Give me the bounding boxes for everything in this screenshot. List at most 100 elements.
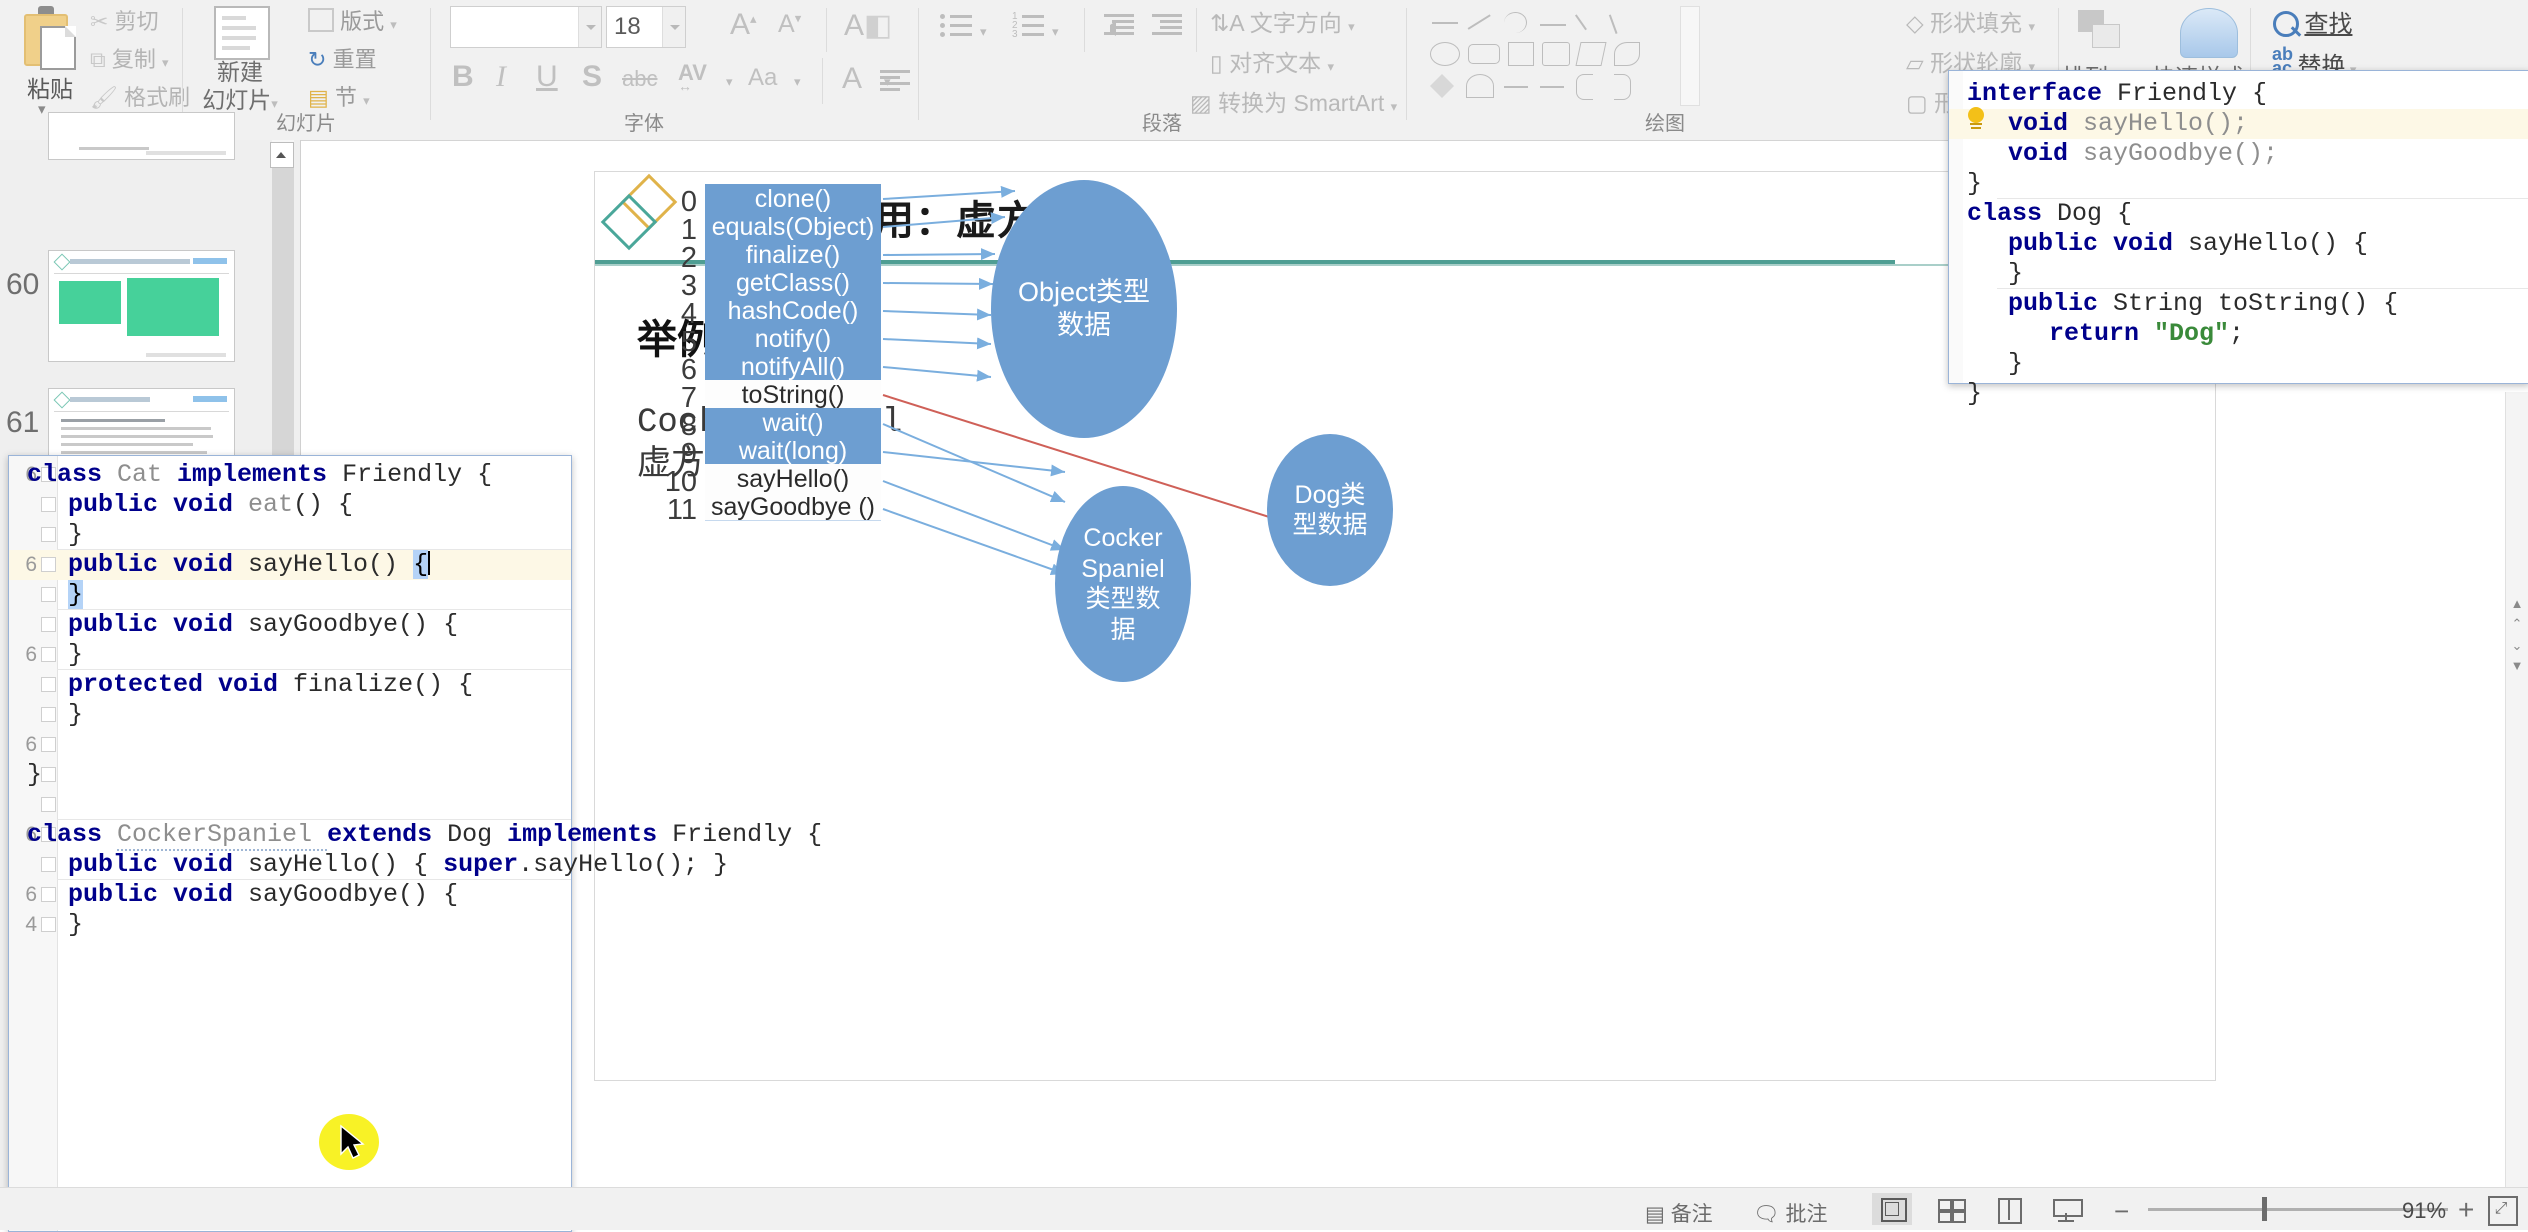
vtable-entry[interactable]: wait(long)	[705, 436, 881, 465]
shape-fill-button[interactable]: ◇ 形状填充 ▾	[1906, 4, 2035, 38]
text-shadow-button[interactable]: S	[582, 60, 602, 94]
notes-button[interactable]: ▤ 备注	[1645, 1198, 1713, 1228]
vtable-entry[interactable]: sayGoodbye ()	[705, 492, 881, 521]
cut-button[interactable]: ✂ 剪切	[90, 4, 159, 36]
view-normal-button[interactable]	[1872, 1193, 1912, 1225]
copy-dropdown-arrow[interactable]: ▾	[162, 55, 169, 70]
vtable-entry[interactable]: wait()	[705, 408, 881, 437]
strikethrough-button[interactable]: abc	[622, 66, 657, 92]
code-line[interactable]: void sayHello();	[1949, 109, 2528, 139]
code-line[interactable]: }	[1949, 379, 2528, 409]
section-dropdown-arrow[interactable]: ▾	[363, 93, 370, 108]
char-spacing-dropdown-arrow[interactable]: ▾	[726, 74, 733, 90]
smartart-dropdown-arrow[interactable]: ▾	[1391, 99, 1398, 114]
zoom-slider-knob[interactable]	[2262, 1197, 2267, 1221]
code-fold-toggle[interactable]	[41, 617, 56, 632]
code-line[interactable]: return "Dog";	[1949, 319, 2528, 349]
bullets-dropdown-arrow[interactable]: ▾	[980, 24, 987, 40]
slide-vertical-scrollbar[interactable]: ▲ ⌃ ⌄ ▼	[2505, 392, 2528, 1230]
font-size-combo[interactable]: 18	[606, 6, 686, 48]
code-line[interactable]: public String toString() {	[1949, 289, 2528, 319]
zoom-out-button[interactable]: −	[2114, 1196, 2129, 1227]
paste-button-label[interactable]: 粘贴	[8, 70, 92, 104]
code-line[interactable]: public void eat() {	[9, 490, 571, 520]
numbering-icon[interactable]: 1 2 3	[1012, 12, 1046, 38]
align-left-icon[interactable]	[880, 70, 910, 94]
section-button[interactable]: ▤ 节 ▾	[308, 80, 370, 112]
vtable-entry[interactable]: notifyAll()	[705, 352, 881, 381]
code-line[interactable]: 6	[9, 730, 571, 760]
font-size-dropdown-arrow[interactable]	[662, 7, 685, 47]
code-line[interactable]: }	[1949, 259, 2528, 289]
vtable-entry[interactable]: sayHello()	[705, 464, 881, 493]
ellipse-object-type-data[interactable]: Object类型 数据	[991, 180, 1177, 438]
scroll-prev-slide-icon[interactable]: ⌃	[2510, 616, 2524, 630]
font-name-combo[interactable]	[450, 6, 602, 48]
vtable-entry[interactable]: hashCode()	[705, 296, 881, 325]
code-line[interactable]: public void sayHello() { super.sayHello(…	[9, 850, 571, 880]
paste-icon[interactable]	[18, 6, 82, 68]
underline-button[interactable]: U	[536, 60, 558, 94]
grow-font-button[interactable]: A▴	[730, 8, 757, 42]
numbering-dropdown-arrow[interactable]: ▾	[1052, 24, 1059, 40]
align-text-dropdown-arrow[interactable]: ▾	[1327, 59, 1334, 74]
code-line[interactable]: }	[9, 520, 571, 550]
code-line[interactable]: 6}	[9, 640, 571, 670]
code-line[interactable]: }	[9, 760, 571, 790]
code-line[interactable]: 4}	[9, 910, 571, 940]
text-direction-button[interactable]: ⇅A 文字方向 ▾	[1210, 4, 1355, 38]
code-fold-toggle[interactable]	[41, 797, 56, 812]
decrease-indent-icon[interactable]	[1104, 14, 1134, 38]
code-fold-toggle[interactable]	[41, 677, 56, 692]
italic-button[interactable]: I	[496, 60, 506, 94]
lightbulb-icon[interactable]	[1965, 107, 1987, 133]
view-slide-sorter-button[interactable]	[1930, 1193, 1970, 1225]
code-fold-toggle[interactable]	[41, 707, 56, 722]
code-fold-toggle[interactable]	[41, 857, 56, 872]
increase-indent-icon[interactable]	[1152, 14, 1182, 38]
code-line[interactable]: protected void finalize() {	[9, 670, 571, 700]
vtable-entry[interactable]: finalize()	[705, 240, 881, 269]
arrange-icon[interactable]	[2078, 10, 2124, 52]
code-line[interactable]: }	[9, 580, 571, 610]
bold-button[interactable]: B	[452, 60, 474, 94]
scroll-down-icon[interactable]: ▼	[2510, 658, 2524, 672]
scroll-up-icon[interactable]: ▲	[2510, 596, 2524, 610]
code-fold-toggle[interactable]	[41, 647, 56, 662]
code-fold-toggle[interactable]	[41, 887, 56, 902]
zoom-in-button[interactable]: +	[2458, 1194, 2474, 1226]
code-editor-left[interactable]: 6class Cat implements Friendly {public v…	[8, 455, 572, 1232]
layout-dropdown-arrow[interactable]: ▾	[390, 17, 397, 32]
code-line[interactable]: 6public void sayGoodbye() {	[9, 880, 571, 910]
code-line[interactable]: }	[9, 700, 571, 730]
view-slideshow-button[interactable]	[2046, 1193, 2086, 1225]
code-fold-toggle[interactable]	[41, 587, 56, 602]
comments-button[interactable]: 🗨 批注	[1753, 1198, 1828, 1228]
code-fold-toggle[interactable]	[41, 527, 56, 542]
character-spacing-button[interactable]: AV ↔	[678, 60, 707, 94]
align-text-button[interactable]: ▯ 对齐文本 ▾	[1210, 44, 1334, 78]
format-painter-button[interactable]: 🖌 格式刷	[90, 80, 190, 112]
code-fold-toggle[interactable]	[41, 497, 56, 512]
change-case-dropdown-arrow[interactable]: ▾	[794, 74, 801, 90]
code-line[interactable]: class Dog {	[1949, 199, 2528, 229]
code-line[interactable]: 6class Cat implements Friendly {	[9, 460, 571, 490]
code-fold-toggle[interactable]	[41, 917, 56, 932]
shapes-gallery-scroll[interactable]	[1680, 6, 1700, 106]
view-reading-button[interactable]	[1988, 1193, 2028, 1225]
text-direction-dropdown-arrow[interactable]: ▾	[1348, 19, 1355, 34]
zoom-percent-label[interactable]: 91%	[2402, 1198, 2446, 1224]
code-line[interactable]: 6class CockerSpaniel extends Dog impleme…	[9, 820, 571, 850]
clear-formatting-button[interactable]: A◧	[844, 8, 892, 43]
code-line[interactable]: public void sayGoodbye() {	[9, 610, 571, 640]
thumbnail-row[interactable]: 60	[0, 250, 300, 370]
shapes-gallery[interactable]	[1424, 6, 1674, 104]
layout-button[interactable]: 版式 ▾	[308, 4, 397, 36]
vtable-entry[interactable]: getClass()	[705, 268, 881, 297]
thumbnail-slide-60[interactable]	[48, 250, 235, 362]
code-line[interactable]: }	[1949, 349, 2528, 379]
reset-button[interactable]: ↻ 重置	[308, 42, 377, 74]
convert-smartart-button[interactable]: ▨ 转换为 SmartArt ▾	[1190, 84, 1397, 118]
thumbnail-partial[interactable]	[48, 112, 235, 160]
vtable-entry[interactable]: equals(Object)	[705, 212, 881, 241]
